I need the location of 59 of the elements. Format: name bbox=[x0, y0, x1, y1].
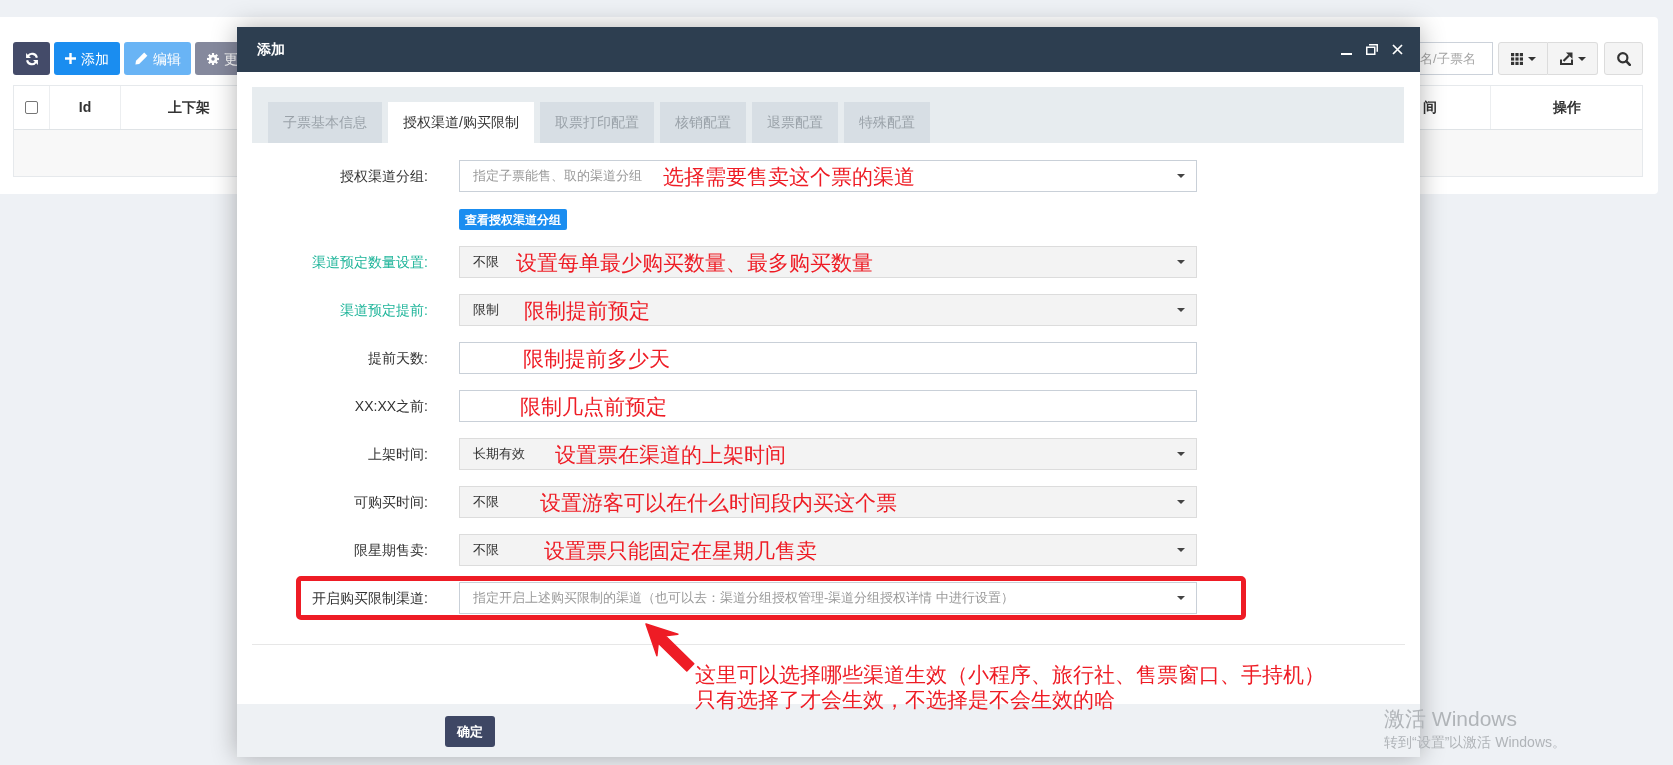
caret-icon bbox=[1177, 308, 1185, 312]
input-field[interactable] bbox=[459, 390, 1197, 422]
annotation-text: 限制提前预定 bbox=[524, 299, 650, 321]
field-label: 提前天数: bbox=[367, 348, 428, 368]
search-icon bbox=[1616, 51, 1631, 66]
refresh-icon bbox=[24, 51, 39, 66]
search-field[interactable]: 名/子票名 bbox=[1417, 42, 1493, 75]
checkbox[interactable] bbox=[25, 101, 38, 114]
field-label: 开启购买限制渠道: bbox=[311, 588, 428, 608]
view-groups-button[interactable]: 查看授权渠道分组 bbox=[459, 209, 567, 230]
maximize-icon[interactable] bbox=[1366, 44, 1378, 55]
export-icon bbox=[1559, 52, 1573, 65]
caret-icon bbox=[1177, 174, 1185, 178]
caret-icon bbox=[1177, 500, 1185, 504]
search-button[interactable] bbox=[1604, 42, 1643, 75]
annotation-text: 设置票在渠道的上架时间 bbox=[555, 443, 786, 465]
annotation-text: 选择需要售卖这个票的渠道 bbox=[663, 165, 915, 187]
activation-subtitle: 转到“设置”以激活 Windows。 bbox=[1384, 733, 1566, 752]
tab[interactable]: 授权渠道/购买限制 bbox=[388, 102, 534, 143]
annotation-text: 设置游客可以在什么时间段内买这个票 bbox=[540, 491, 897, 513]
field-label: 限星期售卖: bbox=[353, 540, 428, 560]
caret-icon bbox=[1177, 452, 1185, 456]
tab[interactable]: 核销配置 bbox=[659, 102, 746, 143]
export-button[interactable] bbox=[1548, 42, 1598, 75]
tab[interactable]: 退票配置 bbox=[751, 102, 838, 143]
select-field[interactable]: 指定开启上述购买限制的渠道（也可以去：渠道分组授权管理-渠道分组授权详情 中进行设置） bbox=[459, 582, 1197, 614]
field-label: 渠道预定数量设置: bbox=[311, 252, 428, 272]
annotation-text: 设置票只能固定在星期几售卖 bbox=[544, 539, 817, 561]
column-header: Id bbox=[50, 86, 121, 129]
close-icon[interactable] bbox=[1392, 44, 1403, 55]
dialog-title: 添加 bbox=[257, 40, 285, 59]
annotation-text: 限制几点前预定 bbox=[520, 395, 667, 417]
field-label: 授权渠道分组: bbox=[339, 166, 428, 186]
gear-icon bbox=[207, 52, 219, 65]
refresh-button[interactable] bbox=[13, 42, 50, 75]
field-label: 上架时间: bbox=[367, 444, 428, 464]
annotation-text: 这里可以选择哪些渠道生效（小程序、旅行社、售票窗口、手持机） bbox=[695, 662, 1325, 687]
field-label: 可购买时间: bbox=[353, 492, 428, 512]
input-field[interactable] bbox=[459, 342, 1197, 374]
grid-icon bbox=[1510, 52, 1523, 65]
field-label: 渠道预定提前: bbox=[339, 300, 428, 320]
caret-icon bbox=[1177, 260, 1185, 264]
columns-button[interactable] bbox=[1498, 42, 1548, 75]
column-header: 操作 bbox=[1551, 98, 1582, 117]
field-label: XX:XX之前: bbox=[353, 396, 428, 416]
pencil-icon bbox=[134, 52, 148, 65]
plus-icon bbox=[65, 53, 76, 64]
confirm-button[interactable]: 确定 bbox=[445, 716, 495, 747]
annotation-text: 设置每单最少购买数量、最多购买数量 bbox=[516, 251, 873, 273]
add-button[interactable]: 添加 bbox=[54, 42, 120, 75]
tab[interactable]: 子票基本信息 bbox=[268, 102, 382, 143]
caret-icon bbox=[1177, 596, 1185, 600]
tab[interactable]: 特殊配置 bbox=[843, 102, 930, 143]
annotation-text: 限制提前多少天 bbox=[523, 347, 670, 369]
arrow-icon bbox=[644, 622, 696, 674]
caret-icon bbox=[1177, 548, 1185, 552]
activation-title: 激活 Windows bbox=[1384, 706, 1519, 732]
tab[interactable]: 取票打印配置 bbox=[539, 102, 654, 143]
annotation-text: 只有选择了才会生效，不选择是不会生效的哈 bbox=[695, 687, 1116, 712]
